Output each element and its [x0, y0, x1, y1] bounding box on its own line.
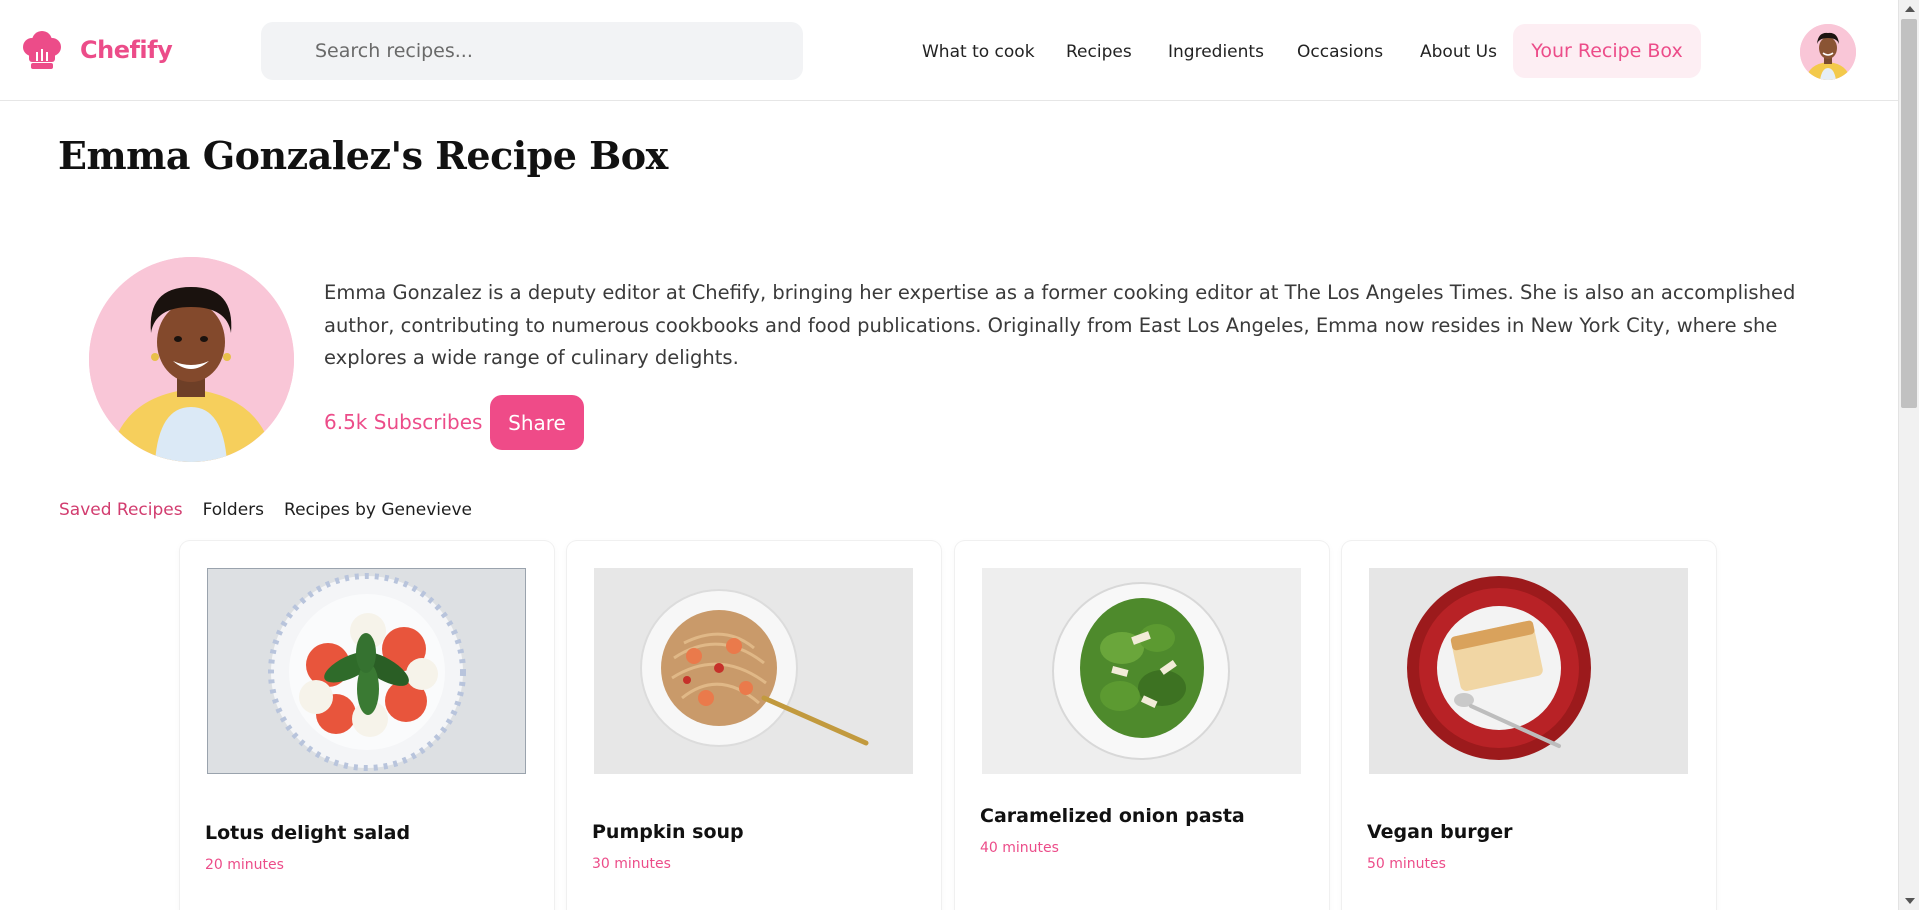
chef-hat-icon — [23, 31, 61, 69]
recipe-card[interactable]: Caramelized onion pasta 40 minutes — [955, 541, 1329, 910]
tab-recipes-by-genevieve[interactable]: Recipes by Genevieve — [284, 500, 472, 520]
recipe-time: 40 minutes — [980, 840, 1059, 856]
recipe-image[interactable] — [594, 568, 913, 774]
recipe-title[interactable]: Pumpkin soup — [592, 821, 744, 843]
burger-plate-image — [1369, 568, 1688, 774]
page-title: Emma Gonzalez's Recipe Box — [58, 133, 668, 178]
recipe-time: 30 minutes — [592, 856, 671, 872]
recipe-title[interactable]: Vegan burger — [1367, 821, 1512, 843]
your-recipe-box-button[interactable]: Your Recipe Box — [1513, 24, 1701, 78]
recipe-title[interactable]: Lotus delight salad — [205, 822, 410, 844]
nav-about-us[interactable]: About Us — [1420, 24, 1497, 78]
recipe-card[interactable]: Lotus delight salad 20 minutes — [180, 541, 554, 910]
tab-folders[interactable]: Folders — [203, 500, 264, 520]
recipe-image[interactable] — [207, 568, 526, 774]
tab-saved-recipes[interactable]: Saved Recipes — [59, 500, 183, 520]
salad-plate-image — [208, 569, 525, 773]
recipe-image[interactable] — [982, 568, 1301, 774]
nav-occasions[interactable]: Occasions — [1297, 24, 1383, 78]
profile-avatar — [89, 257, 294, 462]
share-button[interactable]: Share — [490, 395, 584, 450]
nav-ingredients[interactable]: Ingredients — [1168, 24, 1264, 78]
scrollbar-thumb[interactable] — [1901, 19, 1917, 408]
vertical-scrollbar[interactable] — [1898, 0, 1919, 910]
scroll-up-arrow-icon[interactable] — [1905, 6, 1915, 12]
brand-name: Chefify — [80, 36, 173, 64]
top-header: Chefify What to cook Recipes Ingredients… — [0, 0, 1898, 101]
brand-logo[interactable]: Chefify — [20, 28, 173, 72]
greens-plate-image — [982, 568, 1301, 774]
recipe-card[interactable]: Pumpkin soup 30 minutes — [567, 541, 941, 910]
search-box[interactable] — [261, 22, 803, 80]
recipe-title[interactable]: Caramelized onion pasta — [980, 805, 1245, 827]
user-avatar[interactable] — [1800, 24, 1856, 80]
recipe-time: 50 minutes — [1367, 856, 1446, 872]
recipe-image[interactable] — [1369, 568, 1688, 774]
subscriber-count: 6.5k Subscribes — [324, 410, 483, 434]
search-input[interactable] — [261, 22, 803, 80]
pasta-plate-image — [594, 568, 913, 774]
nav-what-to-cook[interactable]: What to cook — [922, 24, 1035, 78]
profile-photo — [89, 257, 294, 462]
profile-bio: Emma Gonzalez is a deputy editor at Chef… — [324, 281, 1796, 369]
recipe-card[interactable]: Vegan burger 50 minutes — [1342, 541, 1716, 910]
recipe-time: 20 minutes — [205, 857, 284, 873]
scroll-down-arrow-icon[interactable] — [1905, 898, 1915, 904]
recipe-box-tabs: Saved Recipes Folders Recipes by Genevie… — [59, 500, 472, 520]
nav-recipes[interactable]: Recipes — [1066, 24, 1132, 78]
user-avatar-image — [1800, 24, 1856, 80]
